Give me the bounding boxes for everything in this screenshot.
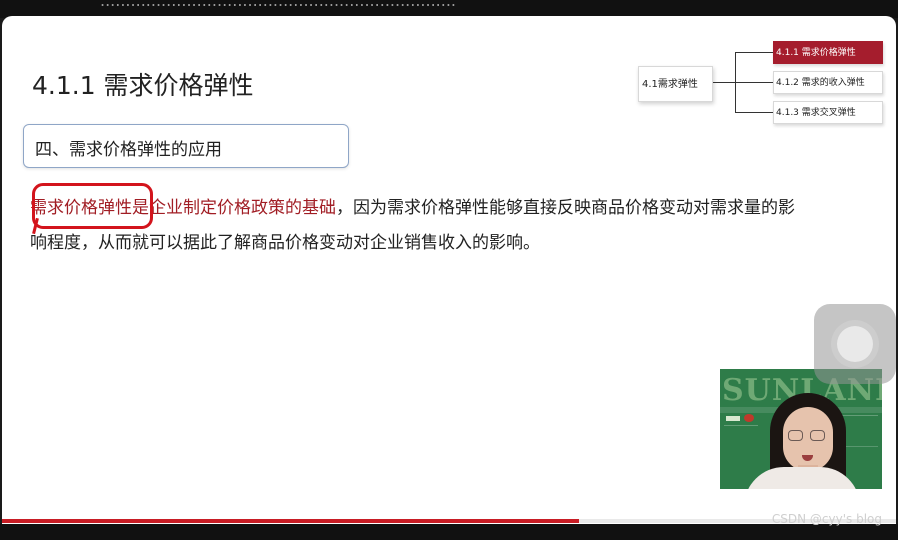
webcam-poster-logo bbox=[744, 414, 754, 422]
highlight-phrase: 是企业制定价格政策的基础 bbox=[132, 198, 336, 218]
video-progress-fill[interactable] bbox=[2, 519, 579, 523]
body-line-1-rest: ，因为需求价格弹性能够直接反映商品价格变动对需求量的影 bbox=[336, 198, 795, 218]
mindmap-connector bbox=[735, 52, 773, 53]
webcam-overlay: SUNLAND bbox=[720, 369, 882, 489]
webcam-poster-lines bbox=[842, 415, 878, 447]
presentation-slide: 4.1.1 需求价格弹性 四、需求价格弹性的应用 需求价格弹性是企业制定价格政策… bbox=[2, 16, 896, 524]
presenter-glasses bbox=[810, 430, 825, 441]
mindmap-root: 4.1需求弹性 bbox=[638, 66, 713, 102]
top-bar-partial-text: ........................................… bbox=[100, 0, 457, 10]
body-line-2: 响程度，从而就可以据此了解商品价格变动对企业销售收入的影响。 bbox=[30, 233, 540, 253]
mindmap-node-cross-elasticity: 4.1.3 需求交叉弹性 bbox=[773, 101, 883, 124]
section-heading: 四、需求价格弹性的应用 bbox=[35, 140, 222, 160]
mindmap-connector bbox=[735, 82, 773, 83]
mindmap-node-income-elasticity: 4.1.2 需求的收入弹性 bbox=[773, 71, 883, 94]
webcam-poster-logo bbox=[726, 416, 740, 421]
annotation-circle bbox=[32, 183, 153, 229]
webcam-poster-lines bbox=[724, 425, 758, 450]
bottom-bar bbox=[0, 524, 898, 540]
mindmap-node-price-elasticity: 4.1.1 需求价格弹性 bbox=[773, 41, 883, 64]
slide-title: 4.1.1 需求价格弹性 bbox=[32, 71, 254, 100]
mindmap-connector bbox=[713, 82, 735, 83]
assistive-touch-button[interactable] bbox=[814, 304, 896, 384]
assistive-touch-icon bbox=[837, 326, 873, 362]
section-heading-box: 四、需求价格弹性的应用 bbox=[23, 124, 349, 168]
presenter-glasses bbox=[788, 430, 803, 441]
mindmap-connector bbox=[735, 112, 773, 113]
watermark: CSDN @cyy's blog bbox=[771, 512, 882, 526]
